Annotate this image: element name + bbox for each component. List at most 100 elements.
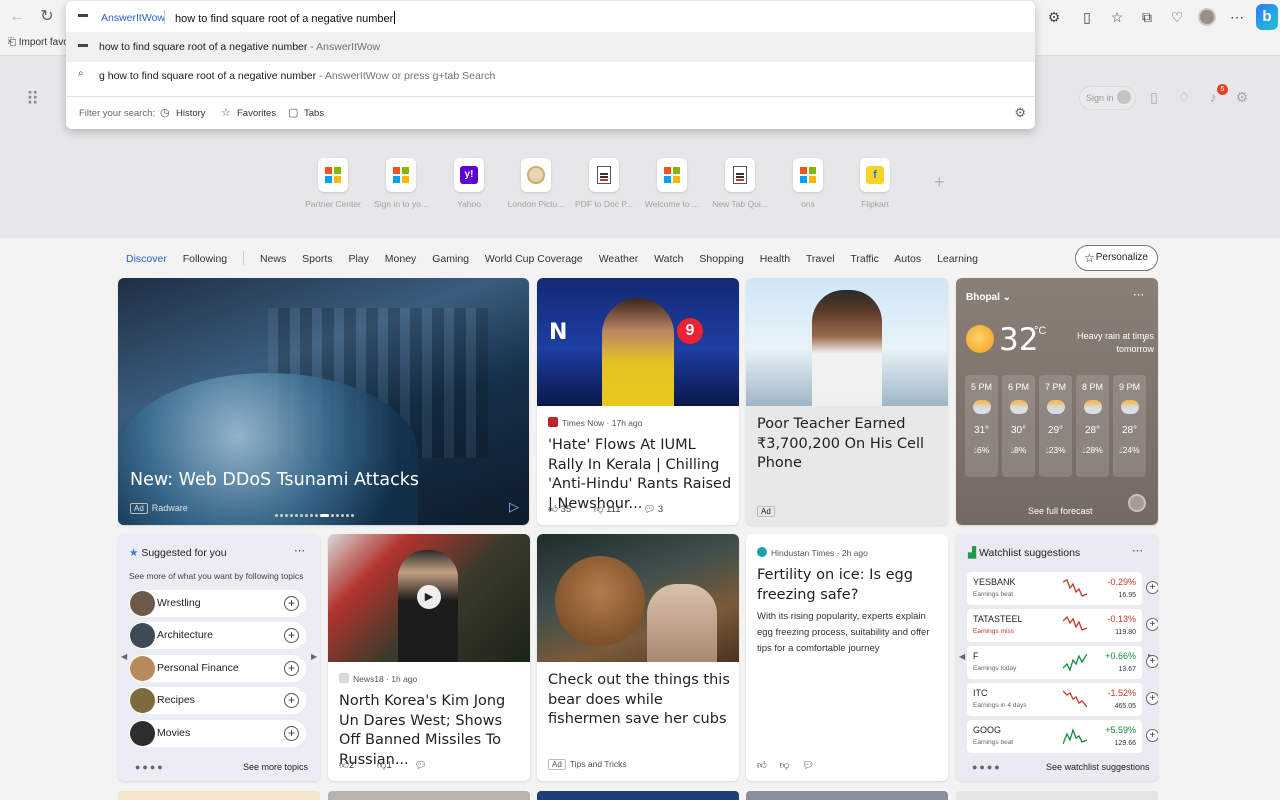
add-to-watchlist-icon[interactable]: + bbox=[1146, 618, 1158, 631]
follow-plus-icon[interactable]: + bbox=[284, 726, 299, 741]
filter-history-button[interactable]: ◷ History bbox=[160, 106, 206, 120]
quick-link[interactable]: PDF to Doc P... bbox=[566, 158, 642, 209]
topic-item[interactable]: Wrestling + bbox=[129, 590, 306, 617]
tab-play[interactable]: Play bbox=[348, 253, 368, 265]
profile-avatar[interactable] bbox=[1198, 8, 1216, 26]
bing-copilot-icon[interactable]: b bbox=[1256, 4, 1278, 30]
news-card[interactable]: Hindustan Times · 2h ago Fertility on ic… bbox=[746, 534, 948, 781]
follow-plus-icon[interactable]: + bbox=[284, 628, 299, 643]
topic-item[interactable]: Recipes + bbox=[129, 687, 306, 714]
comment-button[interactable]: 💬︎ bbox=[414, 760, 426, 771]
query-text[interactable]: how to find square root of a negative nu… bbox=[175, 11, 396, 25]
stock-row[interactable]: TATASTEEL Earnings miss -0.13% 119.80 + bbox=[967, 609, 1158, 642]
tab-learning[interactable]: Learning bbox=[937, 253, 978, 265]
quick-link[interactable]: y! Yahoo bbox=[431, 158, 507, 209]
tab-shopping[interactable]: Shopping bbox=[699, 253, 743, 265]
more-options-icon[interactable]: ⋯ bbox=[1133, 288, 1144, 301]
news-card[interactable]: ▶ News18 · 1h ago North Korea's Kim Jong… bbox=[328, 534, 530, 781]
tab-travel[interactable]: Travel bbox=[806, 253, 835, 265]
follow-plus-icon[interactable]: + bbox=[284, 596, 299, 611]
tab-traffic[interactable]: Traffic bbox=[850, 253, 879, 265]
like-button[interactable]: 👍︎ 35 bbox=[548, 504, 581, 515]
tab-autos[interactable]: Autos bbox=[894, 253, 921, 265]
topic-item[interactable]: Movies + bbox=[129, 720, 306, 747]
see-watchlist-suggestions-link[interactable]: See watchlist suggestions bbox=[1046, 762, 1150, 772]
chevron-down-icon[interactable]: ⌄ bbox=[1003, 292, 1011, 303]
suggestion-item[interactable]: ⌕ g how to find square root of a negativ… bbox=[66, 61, 1035, 91]
stock-row[interactable]: GOOG Earnings beat +5.59% 129.66 + bbox=[967, 720, 1158, 753]
news-card[interactable]: N9 Times Now · 17h ago 'Hate' Flows At I… bbox=[537, 278, 739, 525]
page-dots[interactable]: ●●●● bbox=[972, 762, 1002, 772]
favorites-star-icon[interactable]: ☆ bbox=[1108, 8, 1126, 26]
tab-discover[interactable]: Discover bbox=[126, 253, 167, 265]
weather-card[interactable]: Bhopal ⌄ ⋯ 32 °C Heavy rain at times tom… bbox=[956, 278, 1158, 525]
follow-plus-icon[interactable]: + bbox=[284, 661, 299, 676]
page-settings-gear-icon[interactable]: ⚙ bbox=[1233, 88, 1251, 106]
see-more-topics-link[interactable]: See more topics bbox=[243, 762, 308, 772]
rewards-icon[interactable]: ♢ bbox=[1175, 88, 1193, 106]
sign-in-button[interactable]: Sign in bbox=[1079, 86, 1136, 110]
add-to-watchlist-icon[interactable]: + bbox=[1146, 655, 1158, 668]
tab-world-cup[interactable]: World Cup Coverage bbox=[485, 253, 583, 265]
personalize-button[interactable]: ☆ Personalize bbox=[1075, 245, 1158, 271]
scroll-right-icon[interactable]: ▶ bbox=[311, 652, 317, 661]
comment-button[interactable]: 💬︎ 3 bbox=[643, 504, 673, 515]
dislike-button[interactable]: 👎︎1 bbox=[377, 760, 402, 771]
ad-choices-icon[interactable]: ▷ bbox=[509, 499, 519, 515]
scroll-left-icon[interactable]: ◀ bbox=[121, 652, 127, 661]
play-video-icon[interactable]: ▶ bbox=[417, 585, 441, 609]
search-settings-gear-icon[interactable]: ⚙ bbox=[1014, 105, 1026, 121]
quick-link[interactable]: Sign in to yo... bbox=[363, 158, 439, 209]
quick-link[interactable]: Partner Center bbox=[295, 158, 371, 209]
add-to-watchlist-icon[interactable]: + bbox=[1146, 692, 1158, 705]
tab-health[interactable]: Health bbox=[760, 253, 790, 265]
hero-ad-card[interactable]: New: Web DDoS Tsunami Attacks Ad Radware … bbox=[118, 278, 529, 525]
filter-tabs-button[interactable]: ▢ Tabs bbox=[288, 106, 324, 120]
stock-row[interactable]: F Earnings today +0.66% 13.67 + bbox=[967, 646, 1158, 679]
ad-card[interactable]: Poor Teacher Earned ₹3,700,200 On His Ce… bbox=[746, 278, 948, 525]
more-options-icon[interactable]: ⋯ bbox=[1132, 544, 1143, 557]
collections-icon[interactable]: ⧉ bbox=[1138, 8, 1156, 26]
tab-sports[interactable]: Sports bbox=[302, 253, 332, 265]
app-launcher-icon[interactable]: ⠿ bbox=[26, 89, 39, 110]
dislike-button[interactable]: 👎︎ 111 bbox=[594, 504, 631, 515]
tab-following[interactable]: Following bbox=[183, 253, 227, 265]
carousel-dots[interactable] bbox=[275, 508, 375, 518]
refresh-icon[interactable]: ↻ bbox=[36, 7, 58, 27]
add-quick-link-icon[interactable]: + bbox=[934, 172, 945, 193]
filter-favorites-button[interactable]: ☆ Favorites bbox=[221, 106, 276, 120]
split-screen-icon[interactable]: ▯ bbox=[1078, 8, 1096, 26]
suggestion-item[interactable]: ▬ how to find square root of a negative … bbox=[66, 32, 1035, 62]
scroll-left-icon[interactable]: ◀ bbox=[959, 652, 965, 661]
browser-essentials-icon[interactable]: ♡ bbox=[1168, 8, 1186, 26]
quick-link[interactable]: London Pictu... bbox=[498, 158, 574, 209]
quick-link[interactable]: New Tab Qui... bbox=[702, 158, 778, 209]
comment-button[interactable]: 💬︎ bbox=[802, 760, 814, 771]
quick-link[interactable]: f Flipkart bbox=[837, 158, 913, 209]
like-button[interactable]: 👍︎ bbox=[757, 760, 767, 771]
like-button[interactable]: 👍︎2 bbox=[339, 760, 364, 771]
tab-watch[interactable]: Watch bbox=[654, 253, 683, 265]
topic-item[interactable]: Personal Finance + bbox=[129, 655, 306, 682]
add-to-watchlist-icon[interactable]: + bbox=[1146, 581, 1158, 594]
page-dots[interactable]: ●●●● bbox=[135, 762, 165, 772]
stock-row[interactable]: ITC Earnings in 4 days -1.52% 465.05 + bbox=[967, 683, 1158, 716]
extensions-icon[interactable]: ⚙ bbox=[1045, 8, 1063, 26]
add-to-watchlist-icon[interactable]: + bbox=[1146, 729, 1158, 742]
chevron-right-icon[interactable]: › bbox=[1142, 334, 1146, 346]
stock-row[interactable]: YESBANK Earnings beat -0.29% 16.95 + bbox=[967, 572, 1158, 605]
tab-weather[interactable]: Weather bbox=[599, 253, 639, 265]
follow-plus-icon[interactable]: + bbox=[284, 693, 299, 708]
see-full-forecast-link[interactable]: See full forecast bbox=[1028, 506, 1093, 516]
ad-card[interactable]: Check out the things this bear does whil… bbox=[537, 534, 739, 781]
back-icon[interactable]: ← bbox=[6, 7, 28, 27]
import-favorites-link[interactable]: ⎗ Import favo bbox=[8, 37, 69, 48]
tab-news[interactable]: News bbox=[260, 253, 286, 265]
quick-link[interactable]: Welcome to ... bbox=[634, 158, 710, 209]
tab-money[interactable]: Money bbox=[385, 253, 417, 265]
address-bar-input[interactable]: ▬ AnswerItWow how to find square root of… bbox=[66, 2, 1035, 32]
phone-icon[interactable]: ▯ bbox=[1145, 88, 1163, 106]
topic-item[interactable]: Architecture + bbox=[129, 622, 306, 649]
dislike-button[interactable]: 👎︎ bbox=[780, 760, 790, 771]
tab-gaming[interactable]: Gaming bbox=[432, 253, 469, 265]
